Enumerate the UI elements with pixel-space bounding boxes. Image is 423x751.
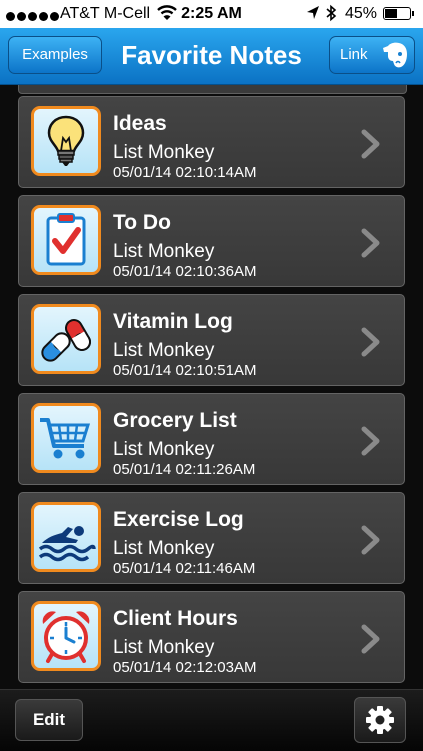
link-button-label: Link — [340, 46, 368, 63]
note-title: Vitamin Log — [113, 310, 233, 333]
battery-percent: 45% — [345, 5, 378, 22]
swimmer-icon — [38, 526, 96, 562]
note-date: 05/01/14 02:12:03AM — [113, 659, 257, 676]
list-item-client-hours[interactable]: Client Hours List Monkey 05/01/14 02:12:… — [18, 591, 405, 683]
status-bar: AT&T M-Cell 2:25 AM 45% — [0, 0, 423, 28]
note-subtitle: List Monkey — [113, 439, 215, 460]
chevron-right-icon — [361, 426, 380, 456]
chevron-right-icon — [361, 228, 380, 258]
note-title: To Do — [113, 211, 171, 234]
pills-icon — [41, 319, 91, 362]
note-date: 05/01/14 02:10:14AM — [113, 164, 257, 181]
note-icon-frame — [31, 205, 101, 275]
bottom-toolbar: Edit — [0, 689, 423, 751]
note-icon-frame — [31, 106, 101, 176]
battery-icon — [383, 7, 414, 20]
chevron-right-icon — [361, 129, 380, 159]
evernote-link-button[interactable]: Link — [329, 36, 415, 74]
list-item-vitamin-log[interactable]: Vitamin Log List Monkey 05/01/14 02:10:5… — [18, 294, 405, 386]
alarm-clock-icon — [42, 611, 90, 663]
note-date: 05/01/14 02:11:46AM — [113, 560, 256, 577]
edit-button[interactable]: Edit — [15, 699, 83, 741]
note-title: Ideas — [113, 112, 167, 135]
note-subtitle: List Monkey — [113, 340, 215, 361]
list-item-exercise-log[interactable]: Exercise Log List Monkey 05/01/14 02:11:… — [18, 492, 405, 584]
note-subtitle: List Monkey — [113, 637, 215, 658]
chevron-right-icon — [361, 624, 380, 654]
evernote-elephant-icon — [383, 42, 407, 68]
shopping-cart-icon — [40, 418, 91, 459]
note-date: 05/01/14 02:10:36AM — [113, 263, 257, 280]
bluetooth-icon — [325, 4, 337, 26]
note-subtitle: List Monkey — [113, 538, 215, 559]
list-item-ideas[interactable]: Ideas List Monkey 05/01/14 02:10:14AM — [18, 96, 405, 188]
note-icon-frame — [31, 502, 101, 572]
note-title: Client Hours — [113, 607, 238, 630]
lightbulb-icon — [47, 115, 85, 166]
note-date: 05/01/14 02:11:26AM — [113, 461, 256, 478]
note-icon-frame — [31, 304, 101, 374]
note-subtitle: List Monkey — [113, 142, 215, 163]
list-item-grocery-list[interactable]: Grocery List List Monkey 05/01/14 02:11:… — [18, 393, 405, 485]
note-date: 05/01/14 02:10:51AM — [113, 362, 257, 379]
note-title: Grocery List — [113, 409, 237, 432]
notes-list[interactable]: Ideas List Monkey 05/01/14 02:10:14AM To… — [0, 85, 423, 689]
note-icon-frame — [31, 601, 101, 671]
gear-icon — [366, 706, 394, 734]
list-item-partial — [18, 85, 407, 94]
navigation-bar: Examples Favorite Notes Link — [0, 28, 423, 85]
clipboard-check-icon — [46, 213, 86, 266]
list-item-to-do[interactable]: To Do List Monkey 05/01/14 02:10:36AM — [18, 195, 405, 287]
settings-button[interactable] — [354, 697, 406, 743]
chevron-right-icon — [361, 525, 380, 555]
note-subtitle: List Monkey — [113, 241, 215, 262]
chevron-right-icon — [361, 327, 380, 357]
note-icon-frame — [31, 403, 101, 473]
note-title: Exercise Log — [113, 508, 244, 531]
location-arrow-icon — [306, 5, 320, 25]
